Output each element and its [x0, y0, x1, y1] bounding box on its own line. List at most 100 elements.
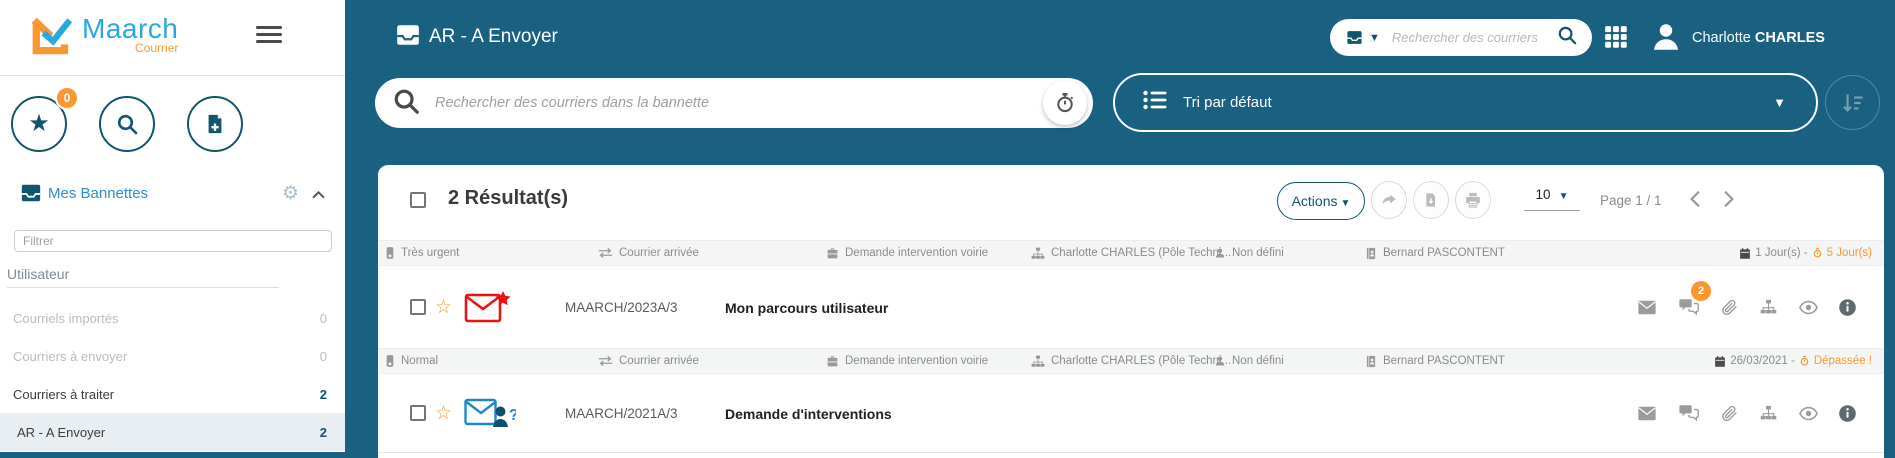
address-book-icon	[1365, 355, 1377, 368]
sort-descending-icon	[1842, 93, 1863, 112]
user-avatar-icon[interactable]	[1649, 20, 1683, 59]
gear-icon[interactable]: ⚙	[282, 182, 299, 205]
quick-search-input[interactable]	[1391, 30, 1556, 45]
notes-icon[interactable]: 2	[1679, 281, 1711, 317]
results-card: 2 Résultat(s) Actions ▼ 10 ▼ Page 1 / 1 …	[378, 165, 1884, 458]
mail-meta-strip: Normal Courrier arrivée Demande interven…	[378, 348, 1884, 374]
apps-grid-icon[interactable]	[1603, 24, 1629, 55]
main-area: AR - A Envoyer ▼ Rechercher des courrier…	[345, 0, 1895, 458]
info-icon[interactable]	[1837, 297, 1857, 317]
stopwatch-icon	[1057, 93, 1074, 113]
sitemap-icon	[1031, 247, 1045, 260]
entity-label: Charlotte CHARLES (Pôle Techni...	[1051, 355, 1232, 367]
mail-meta-strip: Très urgent Courrier arrivée Demande int…	[378, 240, 1884, 266]
select-all-checkbox[interactable]	[410, 192, 426, 208]
sidebar-item-courriels-importes[interactable]: Courriels importés 0	[0, 299, 345, 337]
star-icon: ★	[28, 110, 50, 137]
chevron-up-icon[interactable]	[312, 186, 325, 204]
previous-page-icon[interactable]	[1688, 190, 1702, 213]
search-button[interactable]	[99, 96, 155, 152]
notes-count-badge: 2	[1691, 281, 1711, 301]
print-button[interactable]	[1455, 181, 1491, 219]
calendar-icon	[1739, 247, 1751, 260]
attachment-icon[interactable]	[1719, 403, 1739, 423]
sidebar-item-label: Courriers à traiter	[13, 386, 115, 402]
mail-row[interactable]: ☆ ? MAARCH/2021A/3 Demande d'interventio…	[378, 374, 1884, 452]
stopwatch-icon	[1812, 247, 1823, 259]
preview-eye-icon[interactable]	[1798, 403, 1818, 423]
info-icon[interactable]	[1837, 403, 1857, 423]
actions-button[interactable]: Actions ▼	[1277, 182, 1365, 220]
page-size-select[interactable]: 10 ▼	[1524, 187, 1580, 211]
workflow-icon[interactable]	[1758, 403, 1778, 423]
sidebar-item-ar-a-envoyer[interactable]: AR - A Envoyer 2	[0, 413, 345, 451]
recipient-label: Bernard PASCONTENT	[1383, 355, 1505, 367]
bannette-filter-input[interactable]	[14, 230, 332, 252]
sort-selected-value: Tri par défaut	[1183, 94, 1272, 111]
maarch-courrier-app: Maarch Courrier ★ 0 Mes Bannettes ⚙ Filt…	[0, 0, 1895, 458]
doctype-label: Demande intervention voirie	[845, 247, 989, 259]
menu-toggle-icon[interactable]	[256, 26, 282, 44]
new-document-button[interactable]	[187, 96, 243, 152]
calendar-icon	[1714, 355, 1726, 368]
row-checkbox[interactable]	[410, 405, 426, 421]
meta-entity: Charlotte CHARLES (Pôle Techni...	[1031, 241, 1231, 265]
chevron-down-icon[interactable]: ▼	[1369, 32, 1380, 44]
summary-sheet-button[interactable]	[1413, 181, 1449, 219]
meta-recipient: Bernard PASCONTENT	[1365, 349, 1505, 373]
search-icon[interactable]	[1556, 24, 1578, 51]
sitemap-icon	[1031, 355, 1045, 368]
sort-dropdown[interactable]: Tri par défaut ▼	[1113, 73, 1818, 132]
followed-mails-button[interactable]: ★ 0	[11, 86, 79, 152]
address-book-icon	[1365, 247, 1377, 260]
inbox-icon	[395, 22, 421, 53]
page-size-value: 10	[1535, 187, 1551, 202]
mail-subject: Demande d'interventions	[725, 406, 892, 422]
sidebar-item-count: 2	[319, 424, 327, 440]
nature-label: Courrier arrivée	[619, 355, 699, 367]
attachment-icon[interactable]	[1719, 297, 1739, 317]
row-checkbox[interactable]	[410, 299, 426, 315]
meta-dates: 26/03/2021 - Dépassée !	[1714, 349, 1872, 373]
notes-icon[interactable]	[1679, 403, 1699, 423]
followed-count-badge: 0	[55, 86, 79, 110]
sidebar-item-courriers-a-envoyer[interactable]: Courriers à envoyer 0	[0, 337, 345, 375]
results-count: 2 Résultat(s)	[448, 187, 569, 209]
svg-text:?: ?	[509, 407, 516, 424]
sidebar: Maarch Courrier ★ 0 Mes Bannettes ⚙ Filt…	[0, 0, 345, 458]
bannette-search-bar	[375, 78, 1093, 128]
sort-direction-button[interactable]	[1825, 75, 1880, 130]
current-user-name[interactable]: Charlotte CHARLES	[1692, 30, 1825, 46]
page-title: AR - A Envoyer	[429, 26, 558, 47]
mail-envelope-icon[interactable]	[1637, 297, 1657, 317]
mail-envelope-icon[interactable]	[1637, 403, 1657, 423]
sidebar-item-label: Courriers à envoyer	[13, 348, 128, 364]
mail-row[interactable]: ☆ MAARCH/2023A/3 Mon parcours utilisateu…	[378, 266, 1884, 348]
export-button[interactable]	[1371, 181, 1407, 219]
process-limit-label: 1 Jour(s) -	[1755, 247, 1808, 259]
search-scope-icon[interactable]	[1346, 29, 1363, 46]
workflow-icon[interactable]	[1758, 297, 1778, 317]
sidebar-item-count: 2	[319, 386, 327, 402]
priority-label: Très urgent	[401, 247, 460, 259]
swap-arrows-icon	[598, 247, 613, 259]
meta-sender: Non défini	[1214, 349, 1284, 373]
recipient-label: Bernard PASCONTENT	[1383, 247, 1505, 259]
mail-with-user-icon[interactable]: ?	[464, 397, 519, 435]
person-icon	[1214, 355, 1226, 367]
user-last-name: CHARLES	[1754, 30, 1825, 46]
bannette-search-input[interactable]	[435, 95, 1043, 111]
next-section-header[interactable]	[0, 452, 345, 458]
search-history-button[interactable]	[1043, 81, 1087, 125]
caret-down-icon: ▼	[1340, 198, 1351, 209]
sender-label: Non défini	[1232, 247, 1284, 259]
delay-alert-label: 5 Jour(s)	[1826, 247, 1872, 259]
urgent-mail-icon[interactable]	[464, 290, 512, 331]
preview-eye-icon[interactable]	[1798, 297, 1818, 317]
follow-star-icon[interactable]: ☆	[435, 402, 452, 425]
next-page-icon[interactable]	[1722, 190, 1736, 213]
follow-star-icon[interactable]: ☆	[435, 296, 452, 319]
sidebar-item-courriers-a-traiter[interactable]: Courriers à traiter 2	[0, 375, 345, 413]
document-plus-icon	[208, 114, 222, 134]
maarch-logo: Maarch Courrier	[30, 13, 178, 59]
